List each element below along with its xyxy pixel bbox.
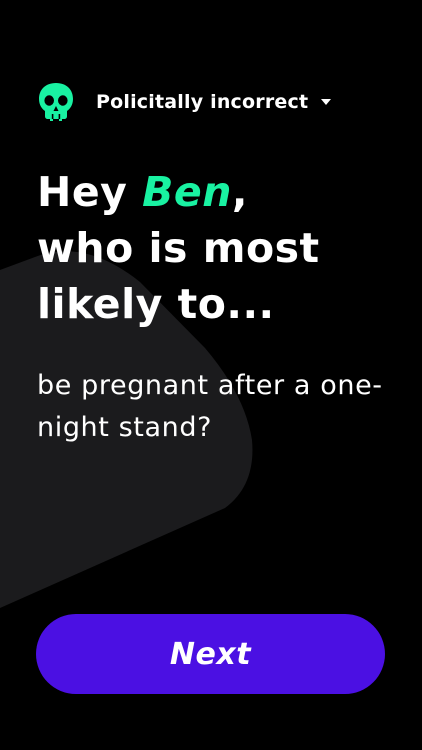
question-text: be pregnant after a one-night stand? [37, 370, 383, 443]
caret-down-icon [321, 99, 332, 105]
screen: { "header": { "category_label": "Policit… [0, 0, 422, 750]
next-button[interactable]: Next [36, 614, 385, 694]
headline: Hey Ben, who is most likely to... [37, 164, 397, 332]
headline-line-3: likely to... [37, 280, 275, 328]
skull-icon [39, 83, 73, 121]
category-selector[interactable]: Policitally incorrect [36, 80, 332, 124]
category-label: Policitally incorrect [96, 91, 309, 113]
greeting-text: Hey [37, 168, 128, 216]
greeting-comma: , [231, 168, 248, 216]
next-button-label: Next [169, 636, 252, 672]
player-name: Ben [142, 168, 232, 216]
greeting-line: Hey Ben, [37, 164, 397, 220]
headline-line-2: who is most [37, 224, 320, 272]
